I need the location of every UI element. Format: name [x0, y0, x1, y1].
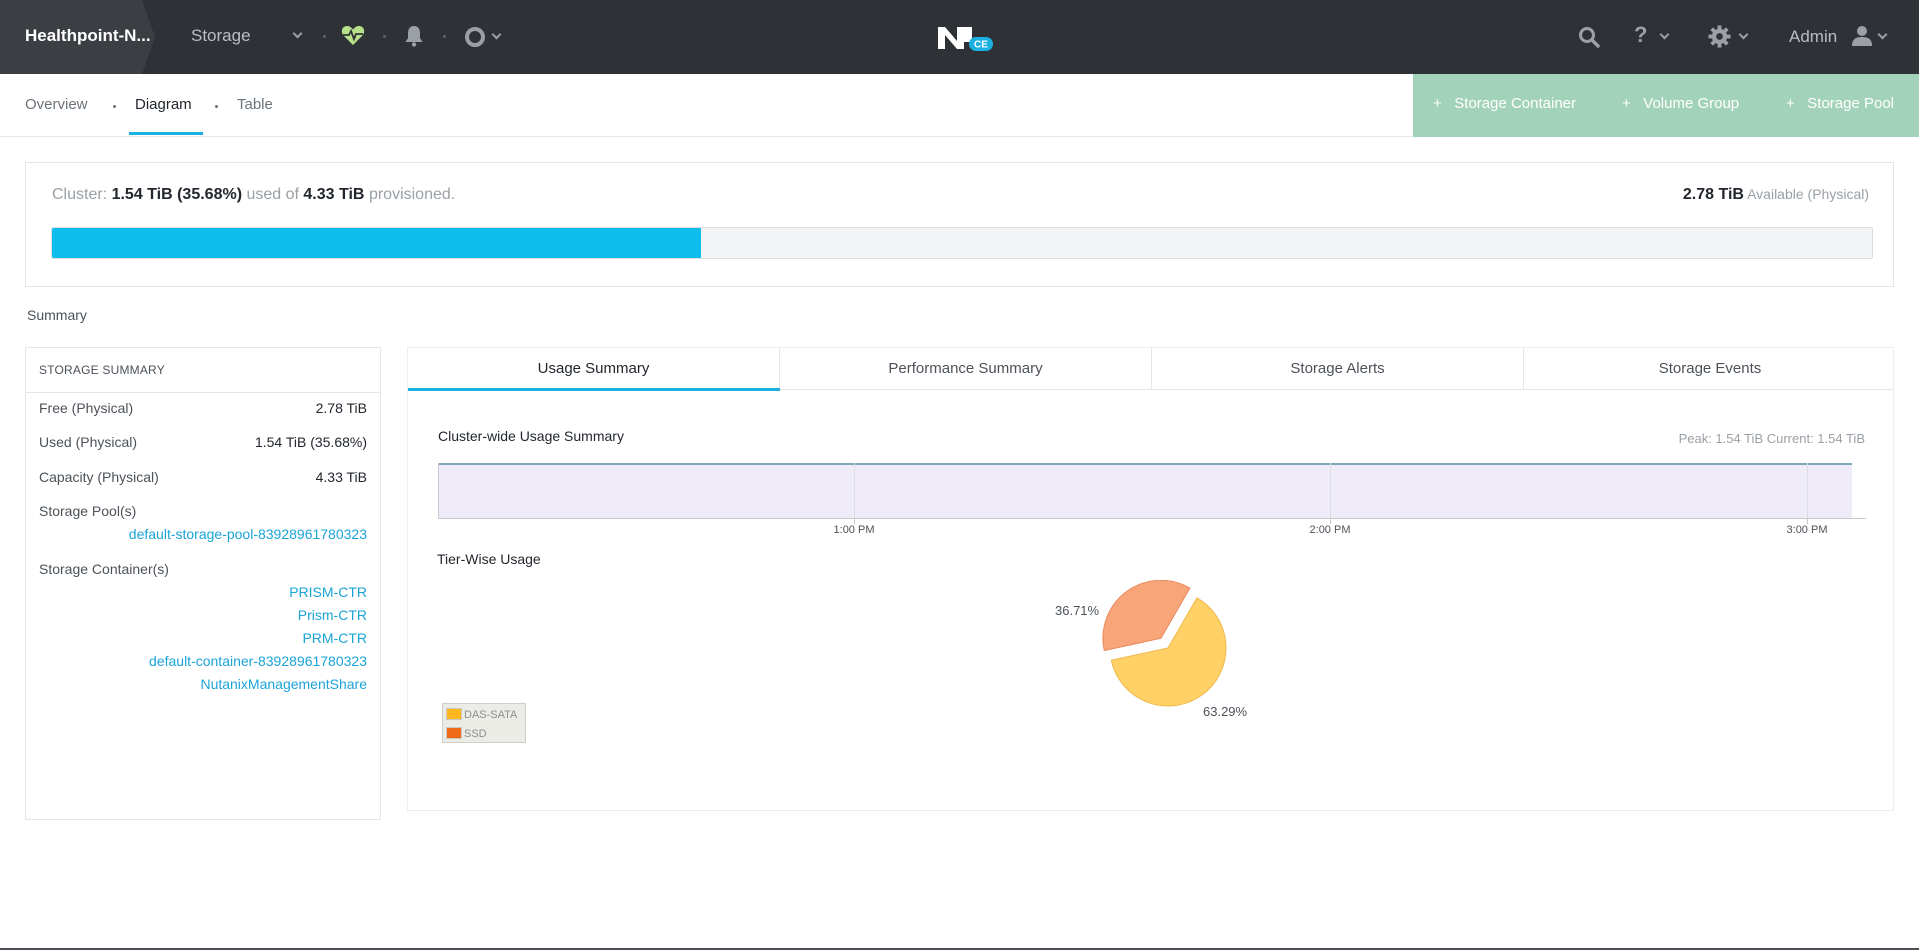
summary-heading: Summary — [27, 307, 87, 323]
peak-current-readout: Peak: 1.54 TiB Current: 1.54 TiB — [1678, 431, 1865, 446]
separator-dot — [383, 35, 386, 38]
storage-container-link[interactable]: PRM-CTR — [302, 630, 367, 646]
storage-container-link[interactable]: NutanixManagementShare — [200, 676, 367, 692]
cluster-provisioned-value: 4.33 TiB — [303, 186, 365, 203]
legend-swatch — [446, 727, 462, 739]
tab-performance-summary[interactable]: Performance Summary — [780, 348, 1152, 390]
separator-dot — [323, 35, 326, 38]
available-value: 2.78 TiB — [1682, 186, 1744, 203]
tier-pie-chart — [1102, 580, 1227, 707]
add-storage-container-label: Storage Container — [1454, 95, 1577, 112]
usage-bar — [51, 227, 1873, 259]
pie-legend: DAS-SATA SSD — [442, 703, 526, 743]
chevron-down-icon[interactable] — [1659, 29, 1670, 40]
summary-row-used: Used (Physical) 1.54 TiB (35.68%) — [39, 434, 367, 450]
storage-container-link[interactable]: default-container-83928961780323 — [149, 653, 367, 669]
divider — [26, 392, 380, 393]
cluster-usage-text: Cluster: 1.54 TiB (35.68%) used of 4.33 … — [52, 186, 455, 204]
storage-container-link[interactable]: PRISM-CTR — [289, 584, 367, 600]
add-volume-group-label: Volume Group — [1643, 95, 1740, 112]
user-menu[interactable]: Admin — [1789, 27, 1837, 47]
row-value: 2.78 TiB — [315, 400, 367, 416]
legend-label: DAS-SATA — [464, 709, 518, 721]
add-volume-group-button[interactable]: + Volume Group — [1622, 95, 1739, 112]
grid-line — [1330, 463, 1331, 519]
usage-area-series — [438, 463, 1852, 518]
provisioned-text: provisioned. — [368, 186, 456, 203]
active-tab-indicator — [408, 388, 780, 391]
cluster-name-tab[interactable]: Healthpoint-N... — [0, 0, 155, 74]
add-storage-pool-label: Storage Pool — [1807, 95, 1894, 112]
chevron-down-icon[interactable] — [491, 29, 502, 40]
tab-usage-summary[interactable]: Usage Summary — [408, 348, 780, 390]
top-bar: Healthpoint-N... Storage CE ? Admin — [0, 0, 1919, 74]
cluster-used-value: 1.54 TiB (35.68%) — [111, 186, 243, 203]
x-tick-label: 1:00 PM — [833, 524, 875, 536]
row-value: 4.33 TiB — [315, 469, 367, 485]
help-menu[interactable]: ? — [1634, 22, 1647, 48]
summary-panel: Usage Summary Performance Summary Storag… — [407, 347, 1894, 811]
available-label: Available (Physical) — [1747, 186, 1869, 202]
pie-label-das-sata: 63.29% — [1203, 704, 1248, 719]
row-value: 1.54 TiB (35.68%) — [254, 434, 367, 450]
tier-wise-usage-title: Tier-Wise Usage — [437, 551, 541, 567]
action-bar: + Storage Container + Volume Group + Sto… — [1413, 74, 1919, 137]
storage-container-link[interactable]: Prism-CTR — [298, 607, 367, 623]
add-storage-container-button[interactable]: + Storage Container — [1433, 95, 1576, 112]
tab-overview[interactable]: Overview — [25, 96, 88, 113]
nutanix-logo: CE — [938, 27, 993, 51]
row-label: Free (Physical) — [39, 400, 134, 416]
row-label: Capacity (Physical) — [39, 469, 159, 485]
gear-icon[interactable] — [1708, 25, 1731, 48]
used-of-text: used of — [246, 186, 299, 203]
tab-storage-events[interactable]: Storage Events — [1524, 348, 1896, 390]
tasks-circle-icon[interactable] — [465, 27, 485, 47]
pie-label-ssd: 36.71% — [1055, 603, 1100, 618]
x-tick-label: 2:00 PM — [1309, 524, 1351, 536]
usage-bar-fill — [52, 228, 702, 258]
tab-diagram[interactable]: Diagram — [135, 96, 192, 113]
y-axis-line — [438, 463, 439, 519]
summary-row-free: Free (Physical) 2.78 TiB — [39, 400, 367, 416]
grid-line — [854, 463, 855, 519]
chevron-down-icon[interactable] — [292, 28, 303, 39]
health-icon[interactable] — [341, 24, 365, 46]
available-physical: 2.78 TiB Available (Physical) — [1683, 186, 1869, 204]
section-menu[interactable]: Storage — [191, 26, 251, 46]
x-tick-label: 3:00 PM — [1786, 524, 1828, 536]
bell-icon[interactable] — [404, 25, 424, 47]
legend-label: SSD — [464, 728, 487, 740]
cluster-label: Cluster: — [52, 186, 108, 203]
search-icon[interactable] — [1578, 26, 1600, 48]
x-axis-line — [438, 518, 1866, 519]
storage-pool-link[interactable]: default-storage-pool-83928961780323 — [129, 526, 367, 542]
legend-item-das-sata: DAS-SATA — [446, 708, 517, 721]
legend-item-ssd: SSD — [446, 727, 487, 740]
separator-dot — [215, 105, 218, 108]
chevron-down-icon[interactable] — [1877, 29, 1888, 40]
legend-swatch — [446, 708, 462, 720]
cluster-wide-usage-title: Cluster-wide Usage Summary — [438, 428, 624, 444]
panel-tabs: Usage Summary Performance Summary Storag… — [408, 348, 1896, 391]
storage-summary-card: STORAGE SUMMARY Free (Physical) 2.78 TiB… — [25, 347, 381, 820]
storage-summary-title: STORAGE SUMMARY — [39, 363, 165, 377]
tab-table[interactable]: Table — [237, 96, 273, 113]
active-tab-indicator — [129, 132, 203, 135]
summary-row-capacity: Capacity (Physical) 4.33 TiB — [39, 469, 367, 485]
separator-dot — [113, 105, 116, 108]
row-label: Used (Physical) — [39, 434, 138, 450]
storage-containers-label: Storage Container(s) — [39, 561, 169, 577]
storage-pools-label: Storage Pool(s) — [39, 503, 137, 519]
tab-storage-alerts[interactable]: Storage Alerts — [1152, 348, 1524, 390]
cluster-name: Healthpoint-N... — [25, 26, 151, 45]
user-icon[interactable] — [1852, 25, 1872, 47]
add-storage-pool-button[interactable]: + Storage Pool — [1786, 95, 1894, 112]
grid-line — [1807, 463, 1808, 519]
separator-dot — [443, 35, 446, 38]
cluster-usage-card: Cluster: 1.54 TiB (35.68%) used of 4.33 … — [25, 162, 1894, 287]
chevron-down-icon[interactable] — [1738, 29, 1749, 40]
logo-badge: CE — [974, 40, 988, 51]
